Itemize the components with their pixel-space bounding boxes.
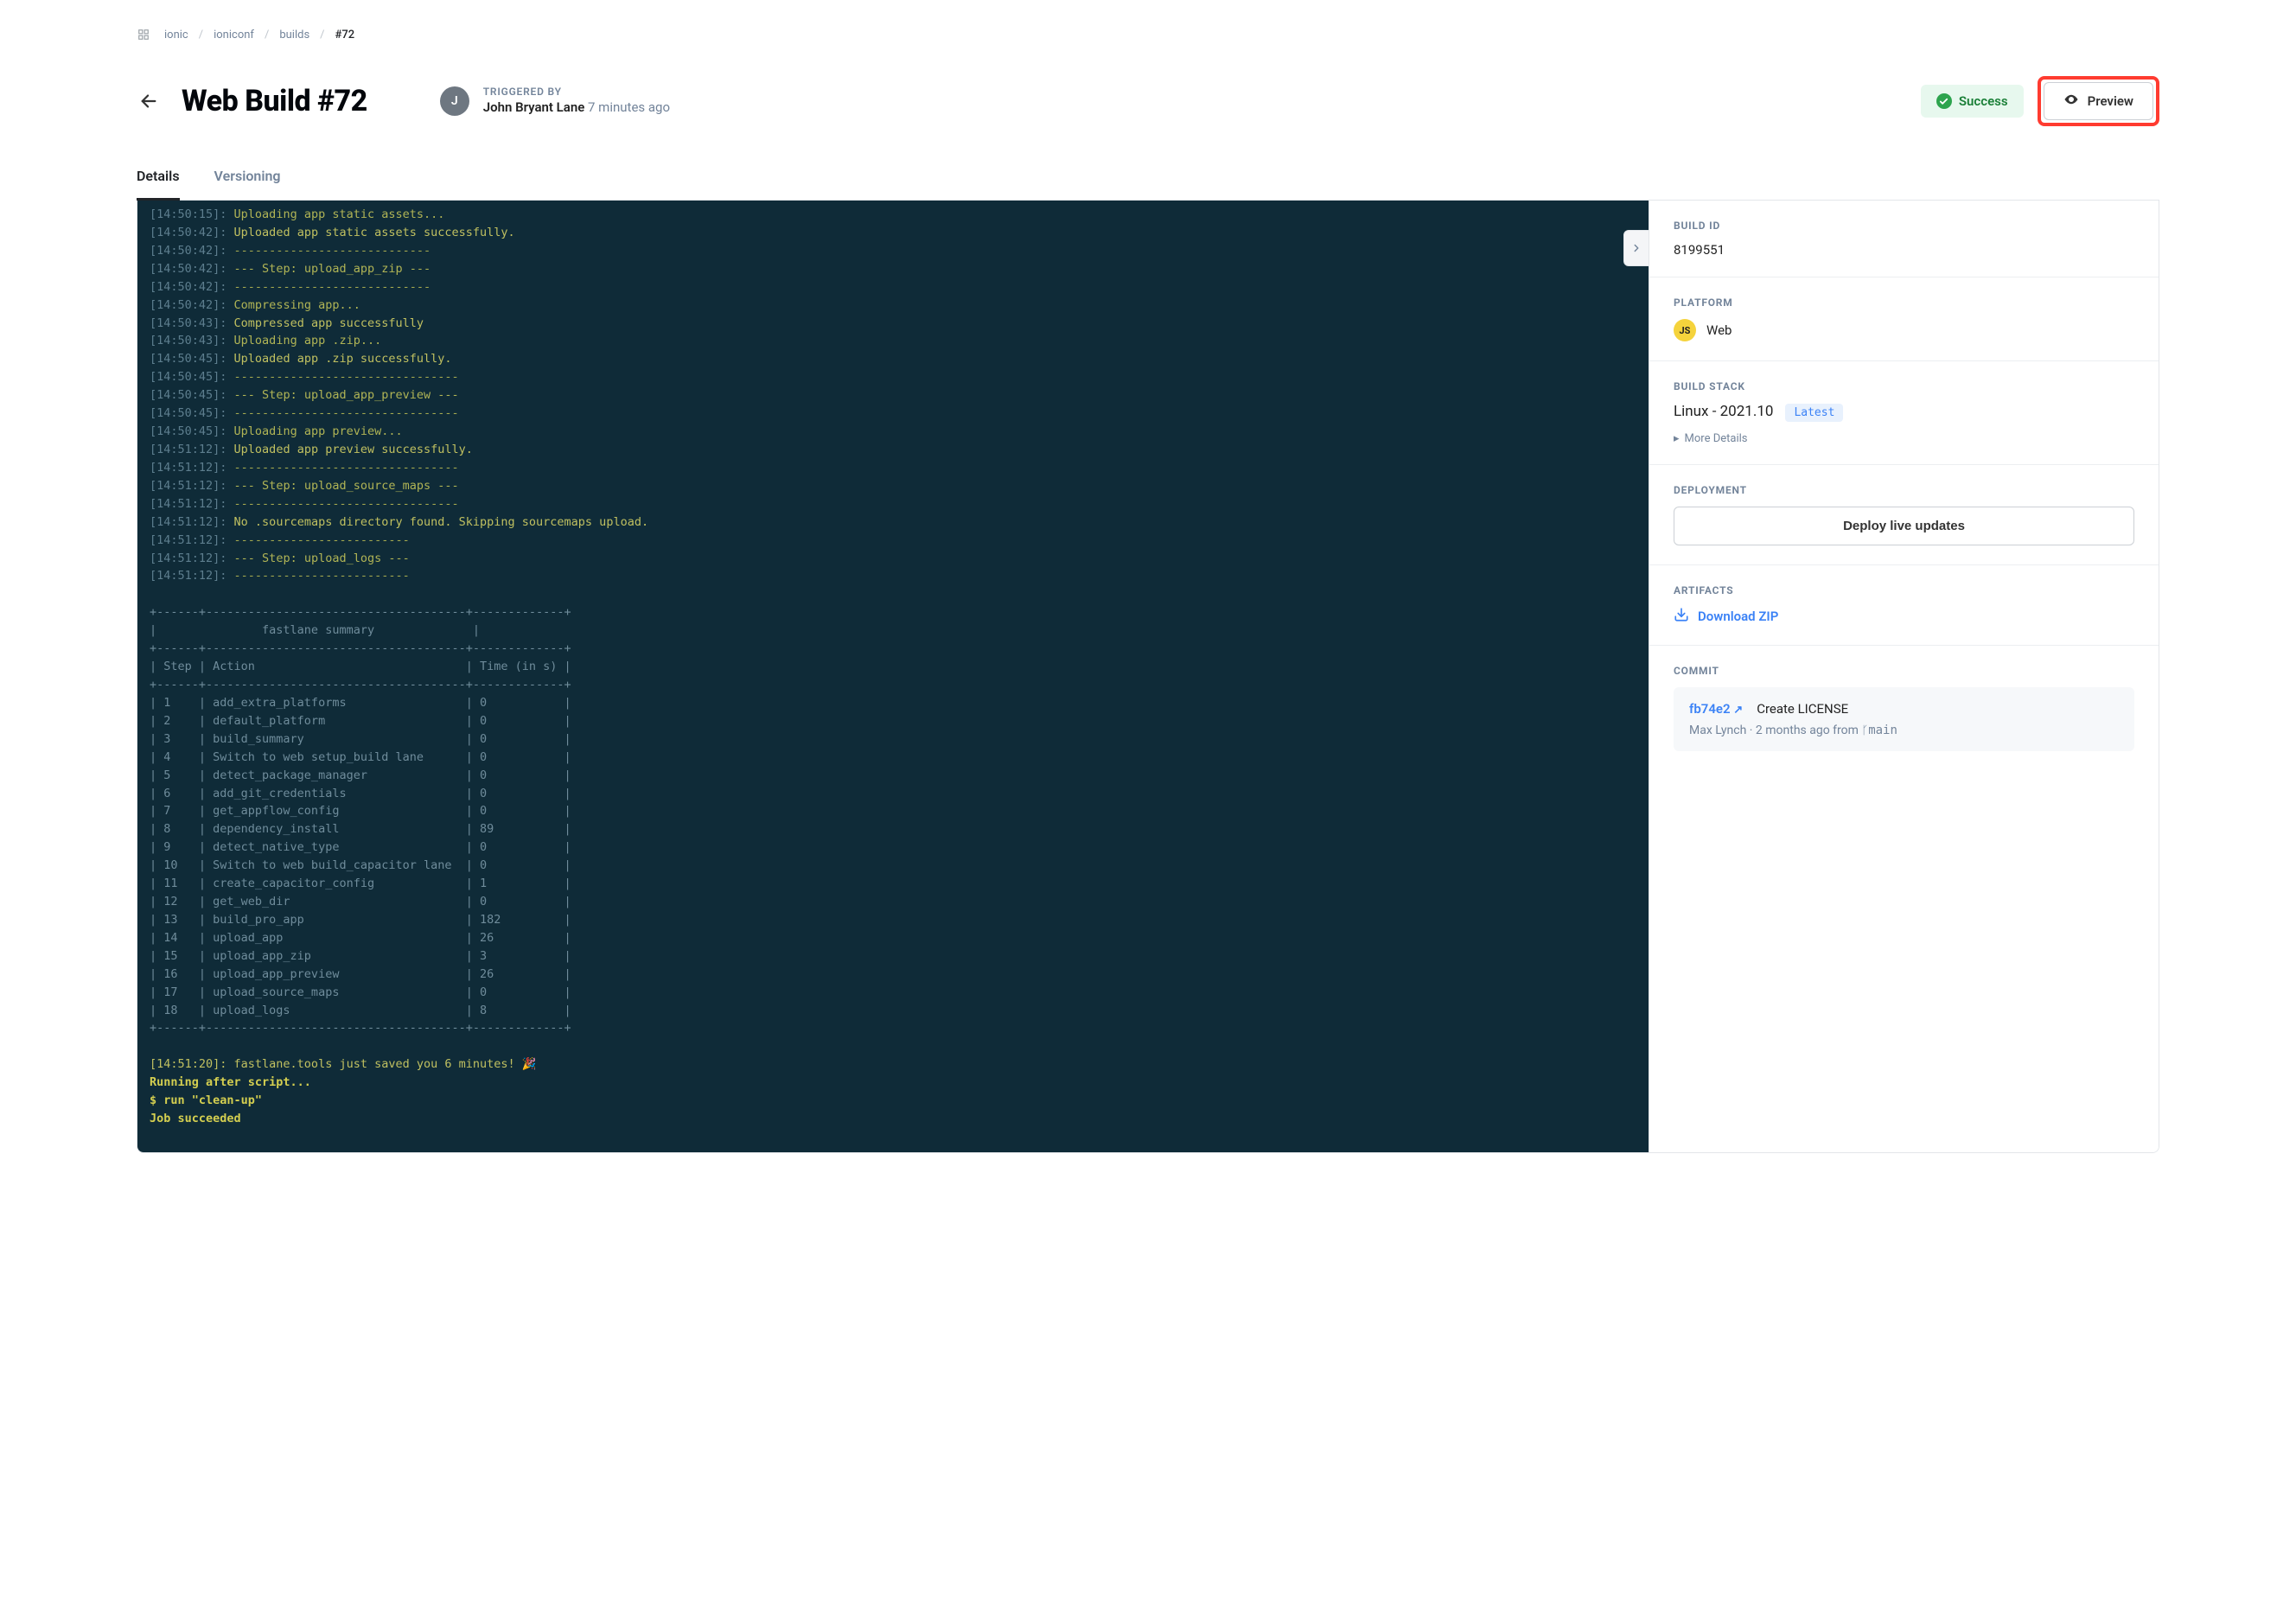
build-stack-label: BUILD STACK xyxy=(1674,380,2134,392)
download-icon xyxy=(1674,607,1689,626)
commit-branch[interactable]: ᚴmain xyxy=(1861,724,1897,737)
status-badge: Success xyxy=(1921,85,2024,118)
tab-details[interactable]: Details xyxy=(137,168,180,201)
artifacts-label: ARTIFACTS xyxy=(1674,584,2134,596)
caret-right-icon: ▸ xyxy=(1674,432,1680,445)
back-button[interactable] xyxy=(137,89,161,113)
breadcrumb-sep: / xyxy=(320,29,324,41)
org-icon xyxy=(137,28,150,41)
page-header: Web Build #72 J TRIGGERED BY John Bryant… xyxy=(137,76,2159,126)
breadcrumb: ionic / ioniconf / builds / #72 xyxy=(137,28,2159,41)
latest-badge: Latest xyxy=(1785,404,1843,422)
commit-hash-link[interactable]: fb74e2 ↗ xyxy=(1689,701,1743,717)
build-stack-value: Linux - 2021.10 xyxy=(1674,403,1773,420)
commit-message: Create LICENSE xyxy=(1757,701,1848,717)
triggered-by: J TRIGGERED BY John Bryant Lane 7 minute… xyxy=(440,86,670,116)
check-circle-icon xyxy=(1936,93,1952,109)
more-details-toggle[interactable]: ▸ More Details xyxy=(1674,432,2134,445)
commit-meta: Max Lynch · 2 months ago from ᚴmain xyxy=(1689,724,2119,737)
external-link-icon: ↗ xyxy=(1733,704,1743,717)
expand-console-button[interactable] xyxy=(1623,230,1649,266)
commit-card: fb74e2 ↗ Create LICENSE Max Lynch · 2 mo… xyxy=(1674,687,2134,751)
status-text: Success xyxy=(1959,93,2008,109)
main-panel: [14:50:15]: Uploading app static assets.… xyxy=(137,201,2159,1153)
triggered-by-name: John Bryant Lane xyxy=(483,99,585,115)
deployment-label: DEPLOYMENT xyxy=(1674,484,2134,496)
commit-hash: fb74e2 xyxy=(1689,701,1731,717)
build-id-value: 8199551 xyxy=(1674,242,2134,258)
js-icon: JS xyxy=(1674,319,1696,341)
build-sidebar: BUILD ID 8199551 PLATFORM JS Web BUILD S… xyxy=(1649,201,2159,1152)
commit-ago: 2 months ago from xyxy=(1756,724,1859,737)
tabs: Details Versioning xyxy=(137,168,2159,201)
breadcrumb-sep: / xyxy=(265,29,269,41)
eye-icon xyxy=(2063,92,2079,111)
breadcrumb-current: #72 xyxy=(335,29,355,41)
deploy-live-updates-button[interactable]: Deploy live updates xyxy=(1674,507,2134,545)
commit-author: Max Lynch xyxy=(1689,724,1746,737)
download-zip-link[interactable]: Download ZIP xyxy=(1674,607,2134,626)
commit-label: COMMIT xyxy=(1674,665,2134,677)
build-id-label: BUILD ID xyxy=(1674,220,2134,232)
triggered-by-ago: 7 minutes ago xyxy=(588,99,670,115)
page-title: Web Build #72 xyxy=(182,84,367,118)
platform-value: Web xyxy=(1706,322,1732,338)
avatar: J xyxy=(440,86,469,116)
breadcrumb-org[interactable]: ionic xyxy=(164,29,188,41)
preview-button[interactable]: Preview xyxy=(2044,82,2153,120)
build-log-console[interactable]: [14:50:15]: Uploading app static assets.… xyxy=(137,201,1649,1152)
breadcrumb-project[interactable]: ioniconf xyxy=(214,29,254,41)
breadcrumb-section[interactable]: builds xyxy=(279,29,309,41)
more-details-label: More Details xyxy=(1685,432,1748,445)
preview-button-highlight: Preview xyxy=(2038,76,2159,126)
tab-versioning[interactable]: Versioning xyxy=(214,168,281,201)
preview-label: Preview xyxy=(2088,93,2133,109)
triggered-by-value: John Bryant Lane 7 minutes ago xyxy=(483,99,670,117)
platform-label: PLATFORM xyxy=(1674,296,2134,309)
breadcrumb-sep: / xyxy=(199,29,203,41)
branch-name: main xyxy=(1868,724,1897,737)
triggered-by-label: TRIGGERED BY xyxy=(483,86,670,99)
download-zip-label: Download ZIP xyxy=(1698,609,1778,624)
